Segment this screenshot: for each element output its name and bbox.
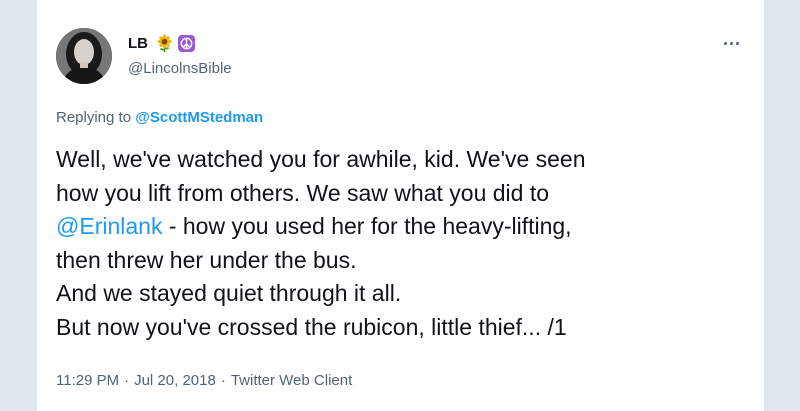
mention-link[interactable]: @Erinlank — [56, 213, 162, 239]
page-background: LB @LincolnsBible Replying to @ScottMSte… — [0, 0, 800, 411]
tweet-text-line: how you lift from others. We saw what yo… — [56, 179, 550, 206]
replying-to-prefix: Replying to — [56, 109, 132, 126]
tweet-source: Twitter Web Client — [230, 372, 353, 389]
tweet-text-line: then threw her under the bus. — [56, 246, 357, 273]
tweet-text: Well, we've watched you for awhile, kid.… — [56, 143, 746, 344]
meta-separator: · — [124, 372, 130, 389]
sunflower-icon — [155, 34, 174, 53]
more-dot — [729, 41, 733, 45]
avatar[interactable] — [56, 28, 112, 84]
tweet-metadata: 11:29 PM · Jul 20, 2018 · Twitter Web Cl… — [56, 372, 352, 389]
replying-to-link[interactable]: @ScottMStedman — [135, 109, 263, 126]
tweet-date[interactable]: Jul 20, 2018 — [134, 372, 216, 389]
author-name-row: LB — [128, 33, 195, 53]
tweet-text-line: And we stayed quiet through it all. — [56, 280, 402, 306]
tweet-text-line: Well, we've watched you for awhile, kid.… — [56, 146, 586, 172]
avatar-image — [56, 28, 112, 84]
peace-symbol-icon — [178, 34, 195, 52]
tweet-card: LB @LincolnsBible Replying to @ScottMSte… — [37, 0, 764, 411]
more-options-icon[interactable] — [720, 36, 742, 50]
tweet-text-line: But now you've crossed the rubicon, litt… — [56, 313, 567, 340]
more-dot — [735, 41, 739, 45]
replying-to: Replying to @ScottMStedman — [56, 109, 263, 126]
author-handle[interactable]: @LincolnsBible — [128, 60, 232, 77]
tweet-text-fragment: - how you used her for the heavy-lifting… — [162, 213, 572, 239]
more-dot — [723, 41, 727, 45]
display-name[interactable]: LB — [128, 35, 148, 52]
tweet-time[interactable]: 11:29 PM — [56, 372, 119, 389]
tweet-text-line: @Erinlank - how you used her for the hea… — [56, 210, 746, 244]
meta-separator: · — [220, 372, 226, 389]
